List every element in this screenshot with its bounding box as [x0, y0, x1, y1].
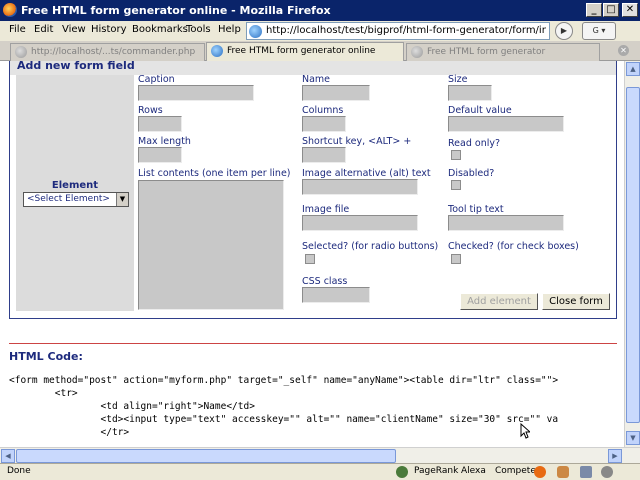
- maximize-button[interactable]: □: [603, 3, 619, 17]
- image-alt-input[interactable]: [302, 179, 418, 195]
- menu-edit[interactable]: Edit: [34, 24, 53, 35]
- address-bar[interactable]: http://localhost/test/bigprof/html-form-…: [246, 22, 550, 40]
- code-line: <td align="right">Name</td>: [9, 401, 255, 412]
- tab-label: http://localhost/...ts/commander.php: [31, 47, 196, 57]
- columns-label: Columns: [302, 105, 344, 116]
- image-file-input[interactable]: [302, 215, 418, 231]
- status-text: Done: [7, 466, 31, 476]
- max-length-input[interactable]: [138, 147, 182, 163]
- page-icon: [15, 46, 27, 58]
- image-alt-label: Image alternative (alt) text: [302, 168, 431, 179]
- tab-form-generator-online[interactable]: Free HTML form generator online: [206, 42, 404, 62]
- add-element-button[interactable]: Add element: [460, 293, 538, 310]
- read-only-label: Read only?: [448, 138, 501, 149]
- element-select-value: <Select Element>: [27, 194, 110, 204]
- page-icon: [211, 45, 223, 57]
- element-select[interactable]: <Select Element> ▼: [23, 192, 129, 207]
- display-icon[interactable]: [580, 466, 592, 478]
- alexa-label[interactable]: Alexa: [461, 466, 486, 476]
- tab-bar: http://localhost/...ts/commander.php Fre…: [0, 41, 640, 62]
- disabled-checkbox[interactable]: [451, 180, 461, 190]
- vertical-scroll-thumb[interactable]: [626, 87, 640, 423]
- pagerank-label[interactable]: PageRank: [414, 466, 458, 476]
- shortcut-key-label: Shortcut key, <ALT> +: [302, 136, 412, 147]
- scroll-down-icon[interactable]: ▼: [626, 431, 640, 445]
- go-arrow-icon[interactable]: ▶: [555, 22, 573, 40]
- disabled-label: Disabled?: [448, 168, 495, 179]
- menu-tools[interactable]: Tools: [186, 24, 211, 35]
- caption-label: Caption: [138, 74, 175, 85]
- menu-view[interactable]: View: [62, 24, 86, 35]
- tab-commander[interactable]: http://localhost/...ts/commander.php: [10, 43, 205, 61]
- scroll-left-icon[interactable]: ◀: [1, 449, 15, 463]
- compete-label[interactable]: Compete: [495, 466, 536, 476]
- scroll-up-icon[interactable]: ▲: [626, 62, 640, 76]
- tool-tip-label: Tool tip text: [448, 204, 504, 215]
- horizontal-scroll-thumb[interactable]: [16, 449, 396, 463]
- close-window-button[interactable]: ✕: [622, 3, 638, 17]
- default-value-input[interactable]: [448, 116, 564, 132]
- firefox-addon-icon[interactable]: [534, 466, 546, 478]
- max-length-label: Max length: [138, 136, 191, 147]
- scroll-right-icon[interactable]: ▶: [608, 449, 622, 463]
- size-label: Size: [448, 74, 468, 85]
- code-line: </tr>: [9, 427, 130, 438]
- extension-icon[interactable]: [557, 466, 569, 478]
- search-engine-icon[interactable]: G ▾: [582, 22, 616, 40]
- form-field-panel: Add new form field Element <Select Eleme…: [9, 61, 617, 319]
- code-line: <tr>: [9, 388, 78, 399]
- list-contents-textarea[interactable]: [138, 180, 284, 310]
- selected-label: Selected? (for radio buttons): [302, 241, 439, 252]
- menu-bookmarks[interactable]: Bookmarks: [132, 24, 188, 35]
- status-bar: Done PageRank Alexa Compete: [0, 463, 640, 480]
- default-value-label: Default value: [448, 105, 512, 116]
- close-tab-icon[interactable]: ✕: [618, 45, 629, 56]
- menu-history[interactable]: History: [91, 24, 127, 35]
- window-titlebar: Free HTML form generator online - Mozill…: [0, 0, 640, 21]
- panel-heading: Add new form field: [10, 61, 616, 75]
- checked-label: Checked? (for check boxes): [448, 241, 579, 252]
- css-class-label: CSS class: [302, 276, 348, 287]
- page-content: Add new form field Element <Select Eleme…: [0, 61, 624, 447]
- read-only-checkbox[interactable]: [451, 150, 461, 160]
- size-input[interactable]: [448, 85, 492, 101]
- horizontal-scrollbar[interactable]: ◀ ▶: [0, 447, 640, 463]
- page-icon: [411, 46, 423, 58]
- rows-label: Rows: [138, 105, 163, 116]
- element-label: Element: [51, 180, 99, 191]
- firefox-icon: [3, 3, 17, 17]
- minimize-button[interactable]: _: [586, 3, 602, 17]
- pagerank-icon: [396, 466, 408, 478]
- image-file-label: Image file: [302, 204, 350, 215]
- checked-checkbox[interactable]: [451, 254, 461, 264]
- caption-input[interactable]: [138, 85, 254, 101]
- rows-input[interactable]: [138, 116, 182, 132]
- html-code-heading: HTML Code:: [9, 350, 83, 363]
- vertical-scrollbar[interactable]: ▲ ▼: [624, 61, 640, 447]
- code-line: <td><input type="text" accesskey="" alt=…: [9, 414, 559, 425]
- gear-icon[interactable]: [601, 466, 613, 478]
- columns-input[interactable]: [302, 116, 346, 132]
- site-globe-icon: [249, 25, 262, 38]
- name-input[interactable]: [302, 85, 370, 101]
- menu-help[interactable]: Help: [218, 24, 241, 35]
- separator-line: [9, 343, 617, 344]
- name-label: Name: [302, 74, 331, 85]
- code-line: <form method="post" action="myform.php" …: [9, 375, 559, 386]
- mouse-cursor-icon: [520, 423, 530, 439]
- chevron-down-icon[interactable]: ▼: [116, 193, 128, 206]
- shortcut-key-input[interactable]: [302, 147, 346, 163]
- address-url: http://localhost/test/bigprof/html-form-…: [266, 25, 546, 36]
- close-form-button[interactable]: Close form: [542, 293, 610, 310]
- selected-checkbox[interactable]: [305, 254, 315, 264]
- css-class-input[interactable]: [302, 287, 370, 303]
- menu-file[interactable]: File: [9, 24, 26, 35]
- tab-label: Free HTML form generator: [427, 47, 546, 57]
- element-column: Element <Select Element> ▼: [16, 75, 134, 311]
- tab-label: Free HTML form generator online: [227, 46, 376, 56]
- tool-tip-input[interactable]: [448, 215, 564, 231]
- list-contents-label: List contents (one item per line): [138, 168, 291, 179]
- tab-form-generator[interactable]: Free HTML form generator: [406, 43, 600, 61]
- window-title: Free HTML form generator online - Mozill…: [21, 4, 331, 17]
